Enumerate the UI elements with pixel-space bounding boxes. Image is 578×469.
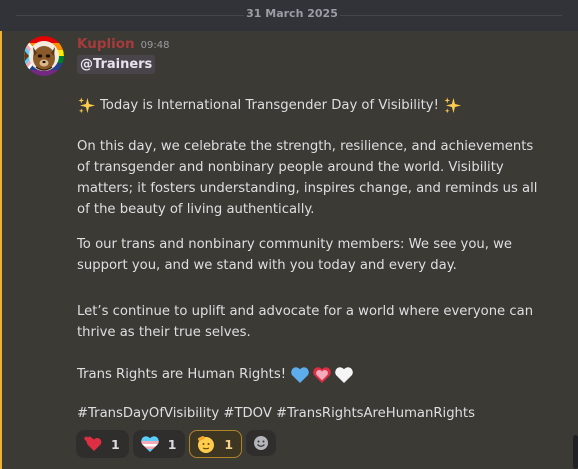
heart-exclamation-icon [84, 436, 102, 451]
avatar[interactable] [24, 36, 64, 76]
message-header: Kuplion 09:48 [77, 36, 169, 54]
message[interactable]: Kuplion 09:48 @Trainers Today is Interna… [0, 31, 578, 469]
reaction-trans-heart[interactable]: 1 [132, 430, 186, 458]
headline-text: Today is International Transgender Day o… [100, 98, 439, 113]
date-label: 31 March 2025 [246, 7, 338, 20]
message-timestamp[interactable]: 09:48 [141, 40, 170, 51]
message-paragraph: On this day, we celebrate the strength, … [77, 139, 538, 217]
white-heart-icon [335, 366, 353, 383]
rights-line: Trans Rights are Human Rights! [77, 364, 547, 385]
date-divider: 31 March 2025 [0, 0, 578, 30]
heart-emojis [290, 365, 356, 385]
reaction-bar: 1 1 1 [76, 430, 277, 458]
add-reaction-button[interactable] [246, 430, 277, 456]
message-paragraph: Let’s continue to uplift and advocate fo… [77, 304, 534, 340]
role-mention[interactable]: @Trainers [77, 55, 156, 74]
reaction-heart-exclamation[interactable]: 1 [76, 430, 129, 458]
trans-heart-icon [140, 436, 159, 452]
add-reaction-icon [254, 436, 269, 450]
message-headline: Today is International Transgender Day o… [77, 95, 547, 116]
reaction-saluting-face[interactable]: 1 [189, 430, 243, 458]
author-name[interactable]: Kuplion [77, 36, 135, 52]
mention-highlight-bar [0, 31, 2, 469]
hashtags: #TransDayOfVisibility #TDOV #TransRights… [77, 406, 475, 421]
reaction-count: 1 [224, 436, 234, 452]
saluting-face-icon [198, 436, 215, 453]
rights-text: Trans Rights are Human Rights! [77, 367, 286, 382]
blue-heart-icon [291, 366, 309, 383]
message-paragraph: To our trans and nonbinary community mem… [77, 237, 513, 273]
reaction-count: 1 [111, 436, 120, 452]
divider-line-right [340, 15, 562, 16]
reaction-count: 1 [167, 436, 177, 452]
chat-page: 31 March 2025 Kuplion 09:48 @Trainers To… [0, 0, 578, 469]
scrollbar-thumb[interactable] [573, 435, 578, 469]
sparkles-icon [444, 97, 461, 114]
sparkles-icon [78, 97, 96, 114]
divider-line-left [16, 15, 244, 16]
pink-heart-icon [313, 366, 331, 383]
